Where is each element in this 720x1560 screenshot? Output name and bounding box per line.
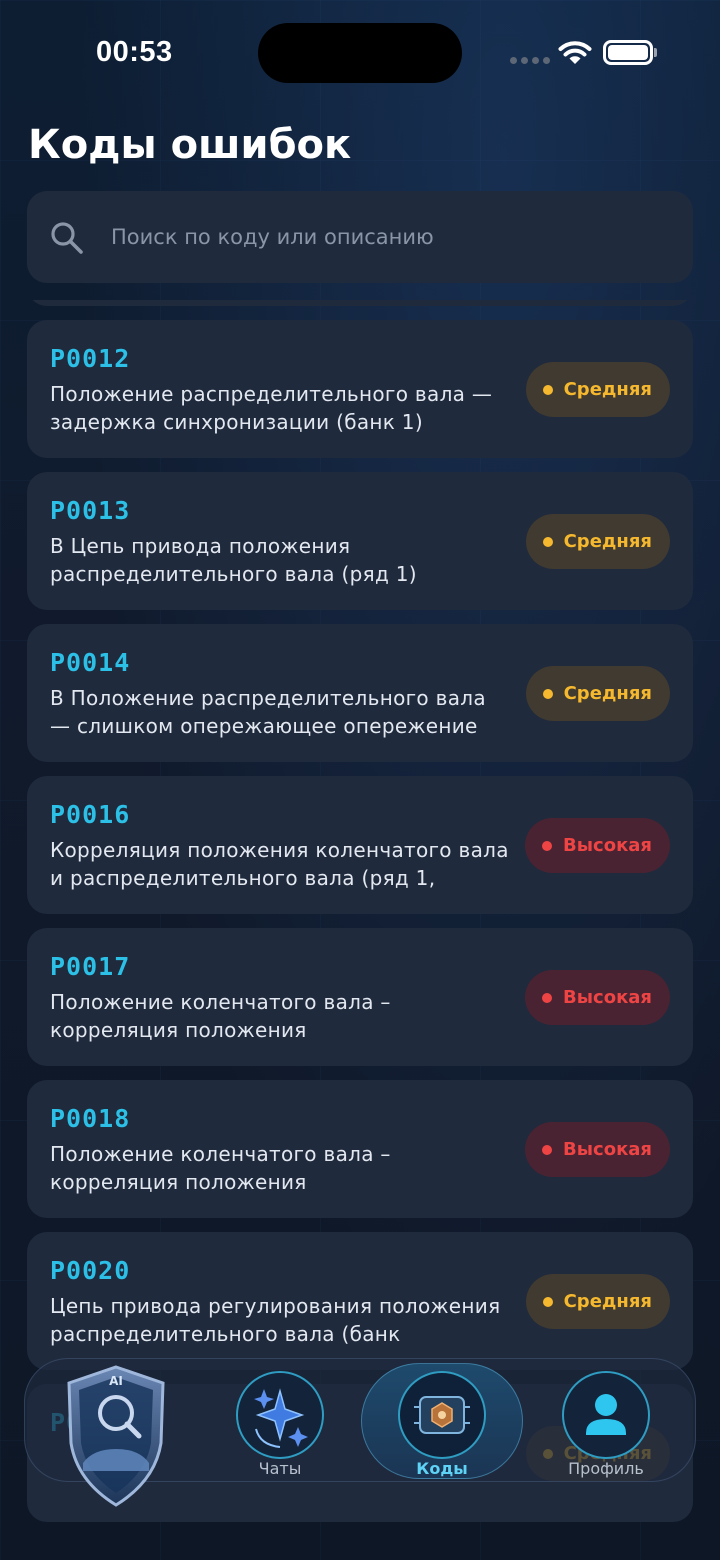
severity-label: Средняя xyxy=(563,531,652,552)
error-description: В Положение распределительного вала — сл… xyxy=(50,686,486,738)
severity-label: Высокая xyxy=(563,835,652,856)
error-description: Положение коленчатого вала – корреляция … xyxy=(50,990,391,1042)
error-code-card[interactable]: P0016 Корреляция положения коленчатого ва… xyxy=(27,776,693,914)
severity-label: Средняя xyxy=(563,1291,652,1312)
severity-dot xyxy=(542,840,553,851)
wifi-icon xyxy=(558,41,592,64)
dynamic-island xyxy=(258,23,462,83)
tab-codes[interactable]: Коды xyxy=(382,1359,502,1483)
cellular-signal-icon xyxy=(510,57,550,64)
battery-cap xyxy=(654,48,657,57)
severity-label: Высокая xyxy=(563,1139,652,1160)
sparkles-icon xyxy=(254,1388,308,1448)
engine-chip-icon xyxy=(414,1396,470,1434)
error-description: В Цепь привода положения распределительн… xyxy=(50,534,417,586)
error-code: P0013 xyxy=(50,496,131,525)
error-code: P0020 xyxy=(50,1256,131,1285)
codes-icon-circle xyxy=(398,1371,486,1459)
search-bar[interactable] xyxy=(27,191,693,283)
severity-dot xyxy=(542,1296,553,1307)
page-title: Коды ошибок xyxy=(28,122,352,168)
error-description: Положение коленчатого вала – корреляция … xyxy=(50,1142,391,1194)
status-time: 00:53 xyxy=(96,36,173,68)
severity-dot xyxy=(542,536,553,547)
tab-profile[interactable]: Профиль xyxy=(546,1359,666,1483)
severity-label: Высокая xyxy=(563,987,652,1008)
error-code-card[interactable]: P0012 Положение распределительного вала —… xyxy=(27,320,693,458)
tab-chats-label: Чаты xyxy=(258,1459,302,1478)
chats-icon-circle xyxy=(236,1371,324,1459)
severity-badge: Средняя xyxy=(525,362,670,417)
battery-icon xyxy=(603,40,653,65)
severity-dot xyxy=(542,688,553,699)
severity-badge: Средняя xyxy=(525,666,670,721)
profile-icon-circle xyxy=(562,1371,650,1459)
error-code: P0018 xyxy=(50,1104,131,1133)
tab-chats[interactable]: Чаты xyxy=(220,1359,340,1483)
ai-logo-icon: AI xyxy=(67,1365,165,1507)
error-code: P0014 xyxy=(50,648,131,677)
severity-dot xyxy=(542,992,553,1003)
severity-badge: Средняя xyxy=(525,1274,670,1329)
error-description: Корреляция положения коленчатого вала и … xyxy=(50,838,509,890)
severity-dot xyxy=(542,1144,553,1155)
severity-label: Средняя xyxy=(563,683,652,704)
error-code-card[interactable]: P0014 В Положение распределительного вала… xyxy=(27,624,693,762)
status-bar: 00:53 xyxy=(0,0,720,104)
severity-badge: Высокая xyxy=(525,818,670,873)
codes-list: P0011Слишком опережающее положение распр… xyxy=(27,300,693,1536)
search-icon xyxy=(51,222,83,254)
tab-profile-label: Профиль xyxy=(568,1459,644,1478)
error-code: P0012 xyxy=(50,344,131,373)
tab-codes-label: Коды xyxy=(416,1459,468,1478)
severity-badge: Высокая xyxy=(525,1122,670,1177)
tab-ai-home[interactable]: AI xyxy=(25,1359,175,1507)
severity-label: Средняя xyxy=(563,379,652,400)
severity-badge: Высокая xyxy=(525,970,670,1025)
svg-text:AI: AI xyxy=(109,1374,123,1388)
error-description: Положение распределительного вала — заде… xyxy=(50,382,493,434)
error-code: P0016 xyxy=(50,800,131,829)
error-code-card[interactable]: P0020 Цепь привода регулирования положени… xyxy=(27,1232,693,1370)
error-code-card[interactable]: P0011Слишком опережающее положение распр… xyxy=(27,300,693,306)
user-icon xyxy=(586,1394,626,1435)
error-code-card[interactable]: P0017 Положение коленчатого вала – коррел… xyxy=(27,928,693,1066)
search-input[interactable] xyxy=(111,191,671,283)
error-code-card[interactable]: P0018 Положение коленчатого вала – коррел… xyxy=(27,1080,693,1218)
severity-dot xyxy=(542,384,553,395)
error-description: Цепь привода регулирования положения рас… xyxy=(50,1294,501,1346)
bottom-tab-bar: AI Чаты Коды Профиль xyxy=(24,1358,696,1507)
error-code: P0017 xyxy=(50,952,131,981)
error-code-card[interactable]: P0013 В Цепь привода положения распредели… xyxy=(27,472,693,610)
severity-badge: Средняя xyxy=(525,514,670,569)
